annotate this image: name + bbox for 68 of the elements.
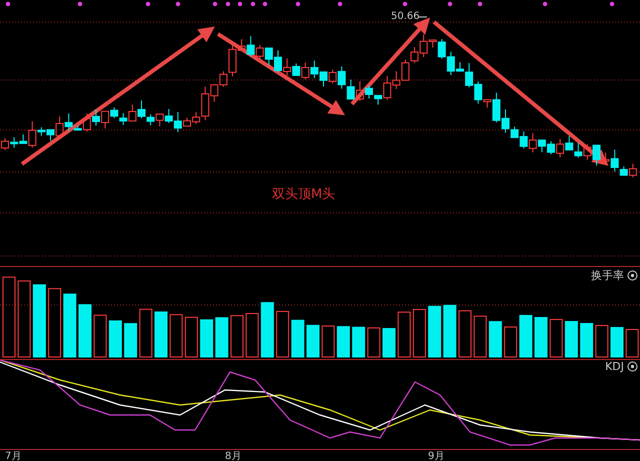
volume-bar: [443, 304, 456, 358]
candlestick: [401, 59, 410, 81]
axis-label: 9月: [428, 451, 444, 461]
candlestick: [392, 70, 400, 90]
volume-bar: [124, 323, 138, 358]
volume-bar: [550, 319, 563, 358]
volume-bar: [78, 304, 92, 358]
volume-bar: [367, 327, 380, 358]
volume-bar: [398, 312, 411, 358]
volume-bar: [306, 324, 320, 358]
candlestick: [283, 58, 292, 76]
axis-label: 7月: [5, 451, 22, 461]
volume-bar: [322, 326, 335, 358]
volume-bar: [519, 314, 532, 358]
candlestick: [301, 62, 310, 80]
volume-bar: [276, 310, 290, 358]
volume-bar: [626, 329, 639, 358]
volume-bar: [94, 314, 107, 358]
candlestick: [264, 48, 273, 66]
price-label: 50.66: [391, 11, 420, 23]
volume-bar: [428, 306, 442, 358]
panel-title: 换手率: [591, 269, 624, 282]
candlestick: [556, 138, 564, 158]
volume-bar: [382, 328, 396, 358]
candlestick: [292, 62, 300, 76]
volume-bar: [488, 321, 502, 358]
volume-bar: [504, 326, 518, 358]
candlestick: [346, 79, 355, 100]
candlestick: [10, 136, 18, 148]
candlestick: [565, 136, 574, 150]
volume-bar: [580, 323, 594, 358]
volume-bar: [108, 320, 122, 358]
volume-bar: [458, 310, 472, 358]
volume-bar: [595, 325, 608, 358]
candlestick: [583, 144, 592, 160]
circle-dot-icon[interactable]: [627, 361, 638, 372]
volume-bar: [534, 317, 548, 358]
volume-bar: [474, 316, 487, 358]
volume-bar: [564, 321, 578, 358]
volume-bar: [170, 314, 183, 358]
candlestick: [574, 142, 582, 158]
volume-bar: [291, 320, 304, 358]
circle-dot-icon[interactable]: [627, 270, 638, 281]
candlestick: [119, 112, 128, 126]
volume-bar: [336, 326, 350, 358]
candlestick: [310, 60, 318, 78]
volume-bar: [352, 326, 366, 358]
chart-annotation: 双头顶M头: [272, 187, 336, 203]
axis-label: 8月: [225, 451, 242, 461]
volume-bar: [246, 313, 259, 358]
volume-bar: [184, 316, 198, 358]
volume-bar: [154, 311, 168, 358]
volume-bar: [215, 317, 228, 358]
candlestick: [164, 108, 173, 124]
volume-bar: [139, 308, 152, 358]
volume-bar: [412, 308, 426, 358]
volume-bar: [260, 302, 274, 358]
volume-bar: [63, 294, 76, 358]
volume-bar: [610, 327, 624, 358]
candlestick: [256, 44, 264, 61]
candlestick: [628, 163, 637, 178]
volume-bar: [48, 288, 62, 358]
volume-bar: [230, 315, 244, 358]
candlestick: [156, 114, 164, 127]
volume-bar: [200, 319, 214, 358]
leader-line: [418, 16, 428, 18]
panel-title: KDJ: [605, 360, 624, 373]
candlestick: [128, 104, 136, 122]
